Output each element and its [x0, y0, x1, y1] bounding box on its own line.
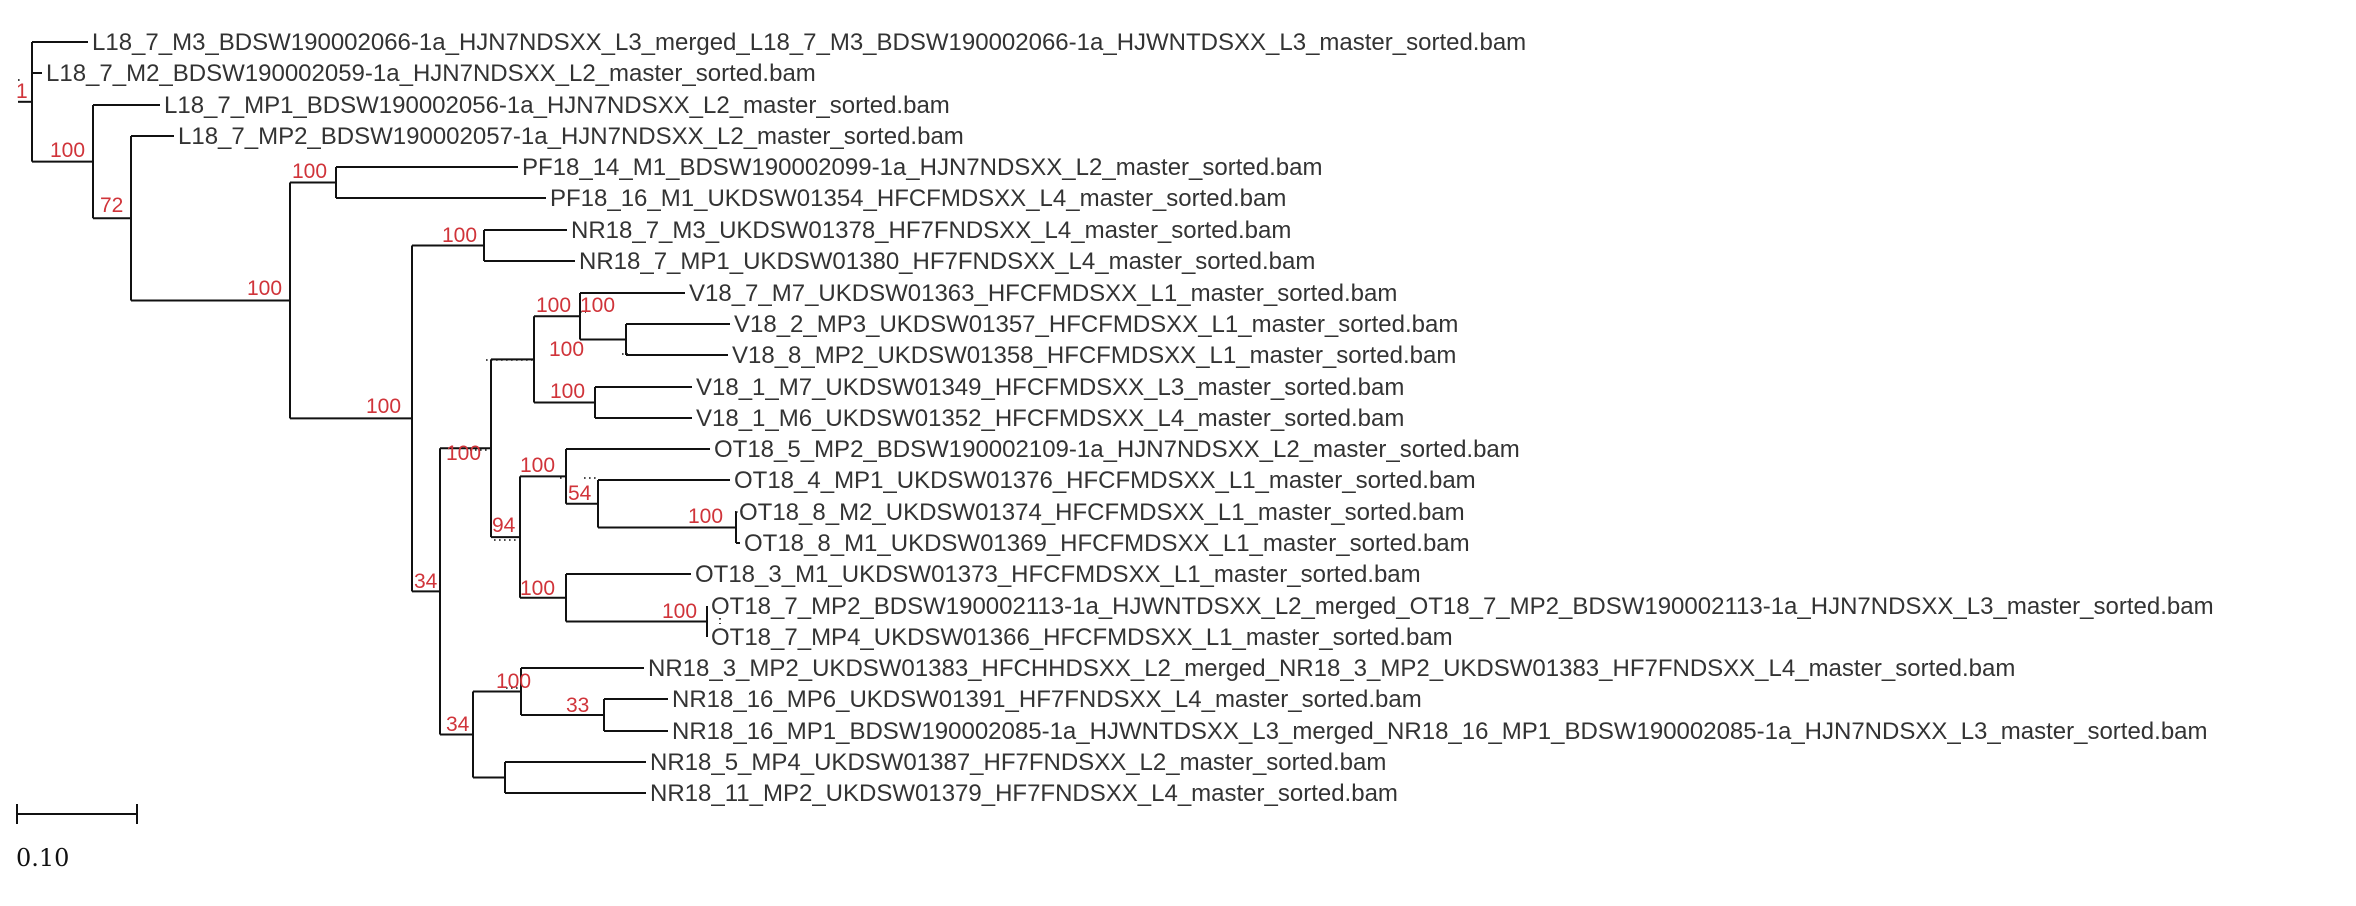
- leaf-label: OT18_8_M2_UKDSW01374_HFCFMDSXX_L1_master…: [739, 499, 1465, 526]
- scale-bar-line: [16, 804, 138, 824]
- support-value: 72: [100, 194, 123, 217]
- support-value: 100: [688, 505, 723, 528]
- leaf-label: NR18_7_M3_UKDSW01378_HF7FNDSXX_L4_master…: [571, 217, 1291, 244]
- leaf-label: OT18_7_MP4_UKDSW01366_HFCFMDSXX_L1_maste…: [711, 624, 1453, 651]
- leaf-label: NR18_5_MP4_UKDSW01387_HF7FNDSXX_L2_maste…: [650, 749, 1386, 776]
- leaf-label: V18_8_MP2_UKDSW01358_HFCFMDSXX_L1_master…: [732, 342, 1456, 369]
- leaf-label: NR18_16_MP6_UKDSW01391_HF7FNDSXX_L4_mast…: [672, 686, 1422, 713]
- leaf-label: NR18_3_MP2_UKDSW01383_HFCHHDSXX_L2_merge…: [648, 655, 2015, 682]
- support-value: 54: [568, 482, 592, 505]
- leaf-label: NR18_11_MP2_UKDSW01379_HF7FNDSXX_L4_mast…: [650, 780, 1398, 807]
- support-value: 100: [292, 160, 327, 183]
- leaf-label: V18_1_M6_UKDSW01352_HFCFMDSXX_L4_master_…: [696, 405, 1404, 432]
- support-value: 94: [492, 514, 516, 537]
- leaf-label: V18_1_M7_UKDSW01349_HFCFMDSXX_L3_master_…: [696, 374, 1404, 401]
- leaf-label: PF18_14_M1_BDSW190002099-1a_HJN7NDSXX_L2…: [522, 154, 1322, 181]
- leaf-label: V18_2_MP3_UKDSW01357_HFCFMDSXX_L1_master…: [734, 311, 1458, 338]
- leaf-label: OT18_3_M1_UKDSW01373_HFCFMDSXX_L1_master…: [695, 561, 1421, 588]
- leaf-label: NR18_16_MP1_BDSW190002085-1a_HJWNTDSXX_L…: [672, 718, 2208, 745]
- leaf-label: L18_7_M3_BDSW190002066-1a_HJN7NDSXX_L3_m…: [92, 29, 1526, 56]
- support-value: 100: [536, 294, 571, 317]
- phylogenetic-tree: L18_7_M3_BDSW190002066-1a_HJN7NDSXX_L3_m…: [16, 29, 2214, 872]
- leaf-label: L18_7_M2_BDSW190002059-1a_HJN7NDSXX_L2_m…: [46, 60, 816, 87]
- support-value: 100: [520, 454, 555, 477]
- leaf-label: OT18_5_MP2_BDSW190002109-1a_HJN7NDSXX_L2…: [714, 436, 1520, 463]
- support-value: 100: [442, 224, 477, 247]
- leaf-label: L18_7_MP1_BDSW190002056-1a_HJN7NDSXX_L2_…: [164, 92, 950, 119]
- leaf-label: L18_7_MP2_BDSW190002057-1a_HJN7NDSXX_L2_…: [178, 123, 964, 150]
- leaf-label: NR18_7_MP1_UKDSW01380_HF7FNDSXX_L4_maste…: [579, 248, 1315, 275]
- support-value: 34: [446, 713, 470, 736]
- support-value: 100: [496, 670, 531, 693]
- scale-bar-label: 0.10: [16, 844, 69, 872]
- leaf-label: V18_7_M7_UKDSW01363_HFCFMDSXX_L1_master_…: [689, 280, 1397, 307]
- scale-bar: 0.10: [16, 804, 138, 872]
- support-value: 100: [662, 600, 697, 623]
- support-value: 100: [366, 395, 401, 418]
- support-value: 100: [446, 442, 481, 465]
- leaf-label: OT18_7_MP2_BDSW190002113-1a_HJWNTDSXX_L2…: [711, 593, 2214, 620]
- support-value: 100: [580, 294, 615, 317]
- support-value: 100: [549, 338, 584, 361]
- support-value: 100: [247, 277, 282, 300]
- support-value: 34: [414, 570, 438, 593]
- leaf-label: OT18_8_M1_UKDSW01369_HFCFMDSXX_L1_master…: [744, 530, 1470, 557]
- leaf-label: PF18_16_M1_UKDSW01354_HFCFMDSXX_L4_maste…: [550, 185, 1286, 212]
- support-value: 100: [520, 577, 555, 600]
- leaf-label: OT18_4_MP1_UKDSW01376_HFCFMDSXX_L1_maste…: [734, 467, 1476, 494]
- support-value: 100: [50, 139, 85, 162]
- support-value: 33: [566, 694, 589, 717]
- support-value: 100: [550, 380, 585, 403]
- support-value: 1: [16, 80, 28, 103]
